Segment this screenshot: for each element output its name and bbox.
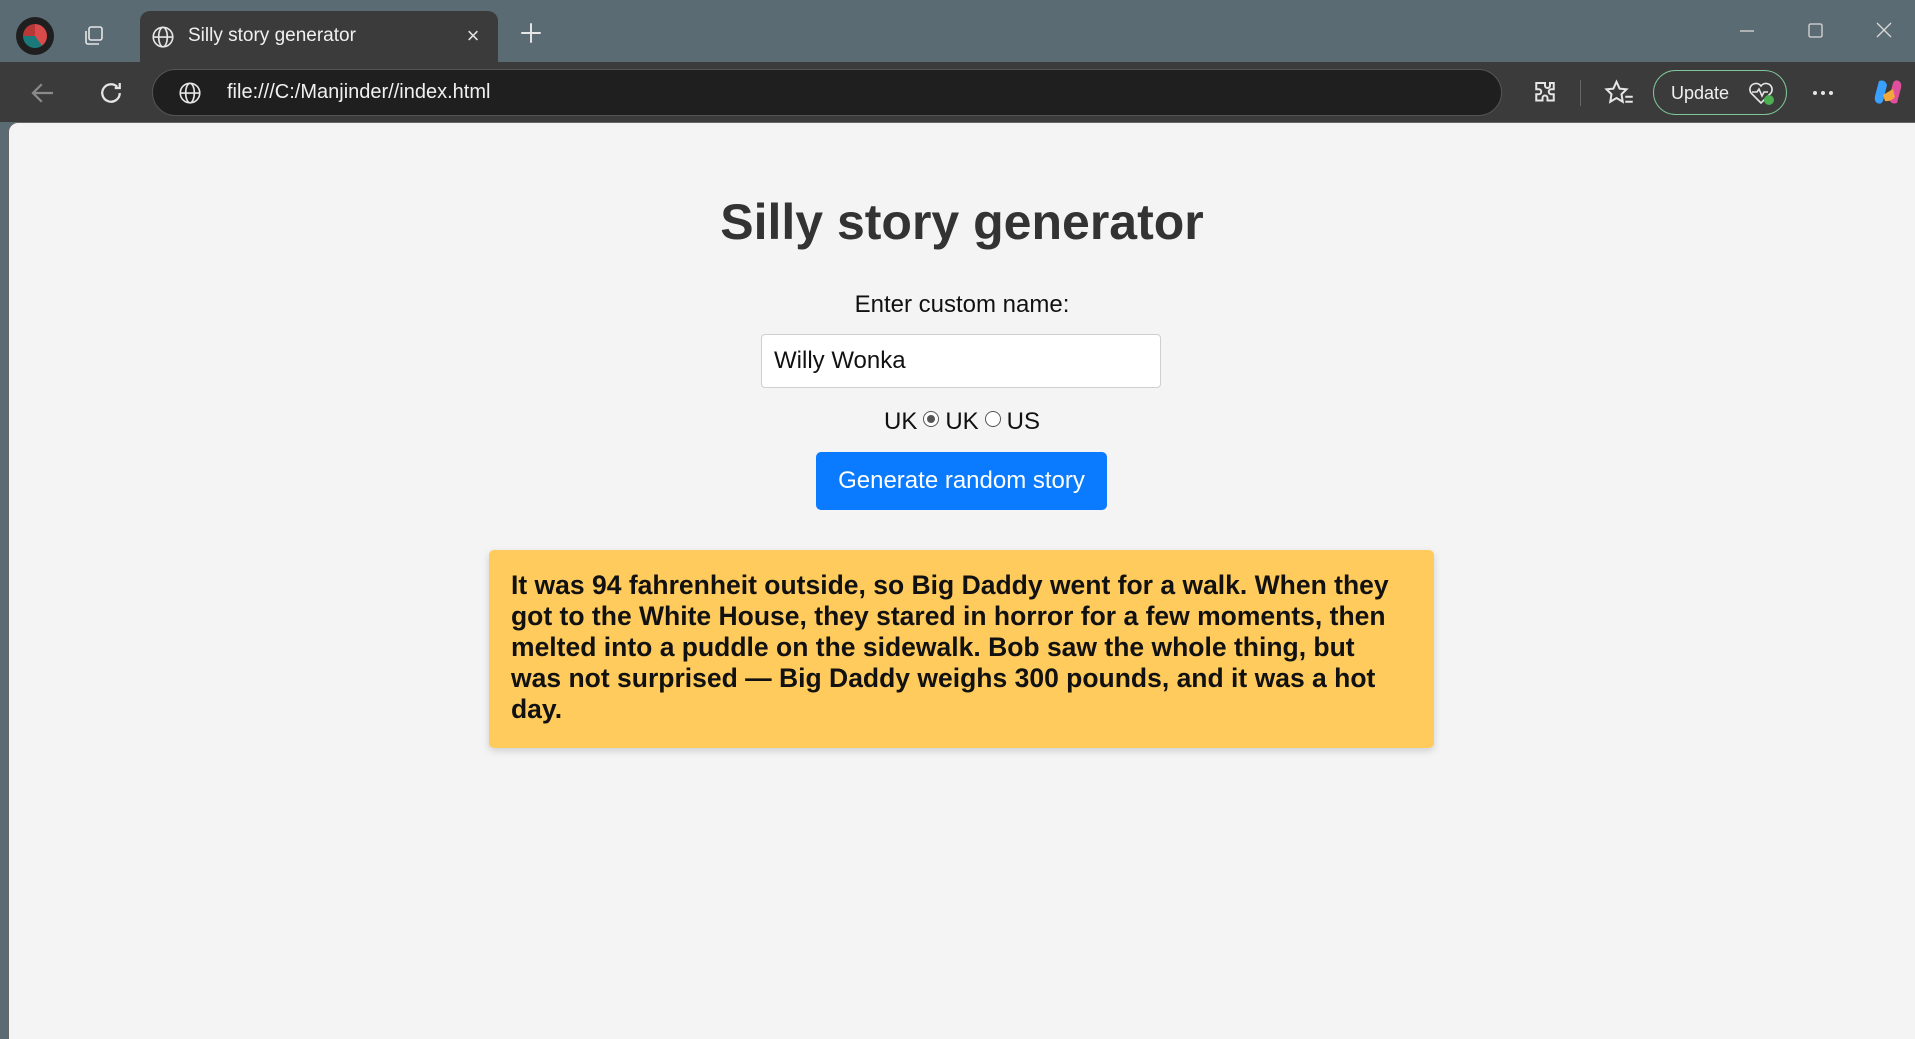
workspaces-icon[interactable] (80, 22, 108, 50)
update-label: Update (1671, 83, 1730, 103)
page-viewport: Silly story generator Enter custom name:… (8, 122, 1915, 1039)
address-bar[interactable]: file:///C:/Manjinder//index.html (152, 69, 1502, 116)
locale-radio-group: UK UK US (9, 408, 1915, 436)
close-tab-icon[interactable]: × (462, 25, 484, 47)
more-options-icon[interactable] (1808, 78, 1838, 108)
tab-title: Silly story generator (188, 25, 356, 46)
reload-icon[interactable] (96, 78, 126, 108)
page-title: Silly story generator (720, 194, 1204, 250)
update-button[interactable]: Update (1653, 70, 1787, 115)
tab-silly-story[interactable]: Silly story generator × (140, 11, 498, 62)
back-arrow-icon[interactable] (28, 78, 58, 108)
copilot-icon[interactable] (1871, 75, 1905, 109)
toolbar-divider (1580, 80, 1581, 106)
globe-icon (152, 26, 174, 48)
maximize-icon[interactable] (1800, 18, 1830, 44)
heart-health-icon (1749, 82, 1774, 105)
us-radio-label[interactable]: US (1007, 408, 1040, 436)
custom-name-input[interactable] (761, 334, 1161, 388)
uk-radio-label[interactable]: UK (945, 408, 978, 436)
profile-avatar[interactable] (16, 17, 54, 55)
tab-strip: Silly story generator × (0, 0, 1915, 62)
minimize-icon[interactable] (1732, 18, 1762, 44)
radio-group-label: UK (883, 408, 918, 435)
profile-icon (23, 24, 47, 48)
extensions-icon[interactable] (1530, 78, 1560, 108)
uk-radio[interactable] (923, 411, 940, 427)
generate-story-button[interactable]: Generate random story (816, 452, 1107, 510)
address-url[interactable]: file:///C:/Manjinder//index.html (227, 81, 490, 104)
close-window-icon[interactable] (1869, 18, 1899, 44)
new-tab-icon[interactable] (518, 20, 544, 46)
browser-toolbar: file:///C:/Manjinder//index.html Update (0, 62, 1915, 122)
site-info-icon[interactable] (177, 80, 203, 106)
favorites-icon[interactable] (1604, 78, 1634, 108)
us-radio[interactable] (984, 411, 1001, 427)
story-output: It was 94 fahrenheit outside, so Big Dad… (489, 550, 1434, 748)
custom-name-label: Enter custom name: (854, 291, 1070, 318)
